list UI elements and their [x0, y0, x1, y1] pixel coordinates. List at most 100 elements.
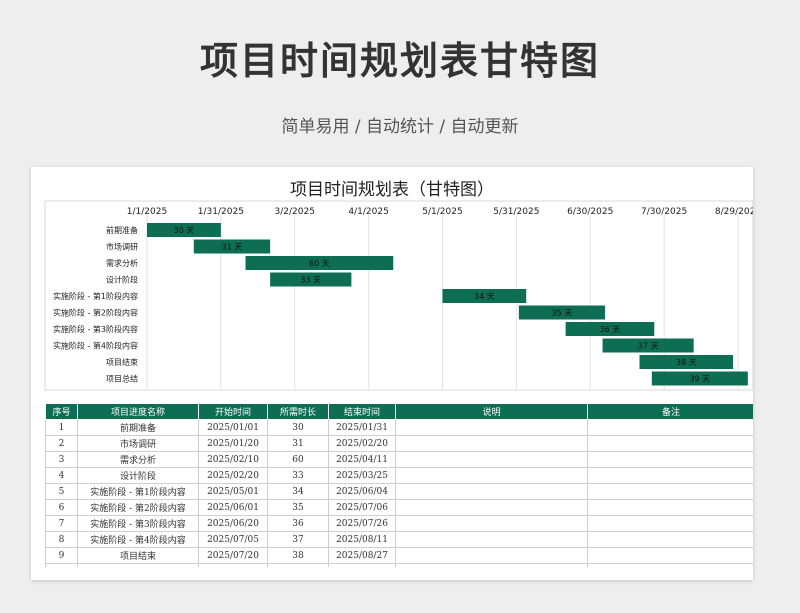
table-cell[interactable]: 2025/01/20	[198, 435, 268, 452]
table-cell[interactable]: 2025/03/25	[328, 467, 396, 484]
table-cell[interactable]	[587, 483, 753, 500]
bar-duration-label: 33 天	[300, 276, 321, 285]
table-cell[interactable]: 5	[45, 483, 78, 500]
table-row: 3 需求分析 2025/02/10 60 2025/04/11	[45, 451, 753, 468]
table-cell[interactable]: 实施阶段 - 第1阶段内容	[77, 483, 199, 500]
table-cell[interactable]: 37	[267, 531, 329, 548]
table-cell[interactable]: 31	[267, 435, 329, 452]
x-tick-label: 1/31/2025	[198, 207, 244, 217]
table-cell[interactable]	[587, 531, 753, 548]
table-cell[interactable]: 1	[45, 419, 78, 436]
table-cell[interactable]: 项目结束	[77, 547, 199, 564]
table-cell[interactable]	[395, 483, 588, 500]
table-cell[interactable]: 2025/08/11	[328, 531, 396, 548]
table-cell[interactable]	[395, 435, 588, 452]
table-cell[interactable]: 市场调研	[77, 435, 199, 452]
table-cell[interactable]	[395, 419, 588, 436]
bar-duration-label: 34 天	[474, 292, 495, 301]
table-cell[interactable]: 2025/02/10	[198, 451, 268, 468]
task-name-label: 实施阶段 - 第1阶段内容	[53, 291, 138, 301]
table-cell[interactable]: 36	[267, 515, 329, 532]
table-cell[interactable]	[587, 467, 753, 484]
x-tick-label: 7/30/2025	[641, 207, 687, 217]
table-cell[interactable]: 2025/07/20	[198, 547, 268, 564]
page-subtitle: 简单易用 / 自动统计 / 自动更新	[281, 117, 519, 137]
table-cell[interactable]: 35	[267, 499, 329, 516]
table-cell[interactable]	[587, 515, 753, 532]
table-row: 10项目总结2025/07/25392025/09/02	[45, 563, 753, 567]
table-cell[interactable]: 2025/08/27	[328, 547, 396, 564]
table-cell[interactable]: 2025/07/06	[328, 499, 396, 516]
table-cell[interactable]	[395, 467, 588, 484]
table-cell[interactable]: 9	[45, 547, 78, 564]
x-tick-label: 6/30/2025	[567, 207, 613, 217]
task-name-label: 需求分析	[106, 258, 138, 268]
task-name-label: 实施阶段 - 第3阶段内容	[53, 324, 138, 334]
task-name-label: 实施阶段 - 第2阶段内容	[53, 308, 138, 318]
column-header: 项目进度名称	[77, 403, 199, 420]
table-cell[interactable]	[395, 499, 588, 516]
table-cell[interactable]	[587, 499, 753, 516]
bar-duration-label: 39 天	[689, 375, 710, 384]
table-cell[interactable]: 2025/07/26	[328, 515, 396, 532]
table-cell[interactable]: 39	[267, 563, 329, 567]
table-cell[interactable]: 2025/09/02	[328, 563, 396, 567]
table-cell[interactable]: 60	[267, 451, 329, 468]
bar-duration-label: 37 天	[638, 342, 659, 351]
table-cell[interactable]: 需求分析	[77, 451, 199, 468]
table-row: 5 实施阶段 - 第1阶段内容 2025/05/01 34 2025/06/04	[45, 483, 753, 500]
table-cell[interactable]: 2025/02/20	[198, 467, 268, 484]
schedule-table: 序号 项目进度名称 开始时间 所需时长 结束时间 说明 备注 1 前期准备 2025/01/01…	[45, 403, 753, 567]
x-tick-label: 1/1/2025	[127, 207, 167, 217]
table-cell[interactable]: 设计阶段	[77, 467, 199, 484]
table-cell[interactable]: 2025/04/11	[328, 451, 396, 468]
table-cell[interactable]: 2025/06/01	[198, 499, 268, 516]
table-cell[interactable]	[395, 547, 588, 564]
table-cell[interactable]: 34	[267, 483, 329, 500]
table-cell[interactable]: 4	[45, 467, 78, 484]
table-cell[interactable]	[395, 531, 588, 548]
table-cell[interactable]: 前期准备	[77, 419, 199, 436]
table-cell[interactable]: 2	[45, 435, 78, 452]
table-cell[interactable]	[587, 419, 753, 436]
column-header: 说明	[395, 403, 588, 420]
table-cell[interactable]	[395, 515, 588, 532]
sheet-card: 1/1/2025 1/31/2025 3/2/2025 4/1/2025 5/1/202…	[31, 167, 753, 580]
table-cell[interactable]: 10	[45, 563, 78, 567]
task-name-label: 市场调研	[106, 242, 138, 252]
table-cell[interactable]: 2025/01/31	[328, 419, 396, 436]
table-cell[interactable]: 2025/06/04	[328, 483, 396, 500]
table-cell[interactable]: 2025/06/20	[198, 515, 268, 532]
table-cell[interactable]: 30	[267, 419, 329, 436]
table-cell[interactable]	[587, 451, 753, 468]
table-cell[interactable]: 6	[45, 499, 78, 516]
table-row: 7 实施阶段 - 第3阶段内容 2025/06/20 36 2025/07/26	[45, 515, 753, 532]
table-cell[interactable]	[587, 435, 753, 452]
table-cell[interactable]: 7	[45, 515, 78, 532]
bar-duration-label: 35 天	[552, 309, 573, 318]
table-cell[interactable]: 8	[45, 531, 78, 548]
table-cell[interactable]: 实施阶段 - 第3阶段内容	[77, 515, 199, 532]
table-cell[interactable]	[587, 563, 753, 567]
x-tick-label: 5/31/2025	[493, 207, 539, 217]
table-cell[interactable]	[395, 451, 588, 468]
bar-duration-label: 30 天	[174, 226, 195, 235]
table-cell[interactable]	[587, 547, 753, 564]
table-cell[interactable]: 实施阶段 - 第2阶段内容	[77, 499, 199, 516]
table-cell[interactable]: 2025/02/20	[328, 435, 396, 452]
table-cell[interactable]: 实施阶段 - 第4阶段内容	[77, 531, 199, 548]
x-tick-label: 3/2/2025	[275, 207, 315, 217]
table-cell[interactable]: 2025/05/01	[198, 483, 268, 500]
table-cell[interactable]: 2025/01/01	[198, 419, 268, 436]
table-cell[interactable]: 3	[45, 451, 78, 468]
table-cell[interactable]: 项目总结	[77, 563, 199, 567]
x-tick-label: 5/1/2025	[422, 207, 462, 217]
table-cell[interactable]: 2025/07/25	[198, 563, 268, 567]
table-cell[interactable]	[395, 563, 588, 567]
x-tick-label: 4/1/2025	[348, 207, 388, 217]
table-cell[interactable]: 2025/07/05	[198, 531, 268, 548]
table-cell[interactable]: 38	[267, 547, 329, 564]
table-row: 8 实施阶段 - 第4阶段内容 2025/07/05 37 2025/08/11	[45, 531, 753, 548]
table-cell[interactable]: 33	[267, 467, 329, 484]
bar-duration-label: 31 天	[222, 243, 243, 252]
